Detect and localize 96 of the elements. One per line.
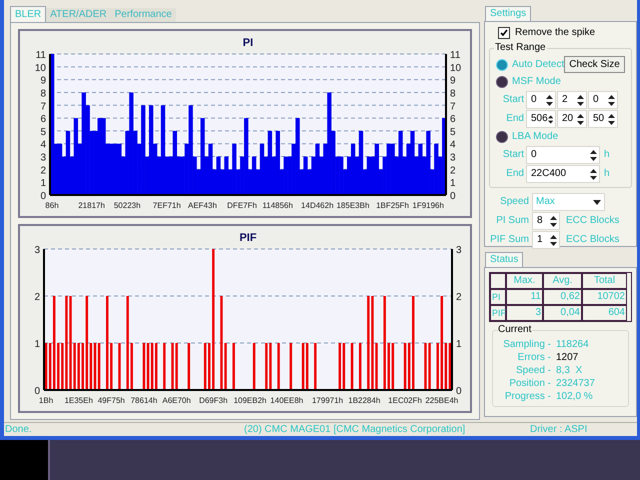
status-text: Done.	[4, 424, 33, 436]
stat-label: Sampling -	[502, 339, 551, 351]
y-tick-label: 11	[450, 50, 460, 61]
field-label: PI Sum	[495, 215, 529, 227]
y-tick-label: 9	[450, 76, 456, 87]
row-header: PI	[490, 289, 506, 305]
y-tick-label: 8	[450, 88, 456, 100]
x-tick-label: D69F3h	[199, 396, 228, 405]
x-tick-label: 185E3Bh	[336, 201, 370, 210]
y-tick-label: 7	[40, 101, 46, 112]
y-tick-label: 1	[40, 178, 46, 190]
x-tick-label: 114856h	[262, 201, 293, 210]
table-cell: 3	[506, 305, 543, 321]
status-text: Driver : ASPI	[530, 424, 588, 436]
unit-label: ECC Blocks	[566, 234, 620, 246]
table-cell: 604	[582, 305, 627, 321]
stat-label: Speed -	[514, 365, 551, 377]
y-tick-label: 0	[456, 386, 462, 397]
stat-value: 1207	[556, 352, 578, 364]
y-tick-label: 4	[40, 140, 46, 151]
y-tick-label: 10	[450, 62, 462, 74]
x-tick-label: 21817h	[78, 201, 105, 210]
x-tick-label: 7EF71h	[152, 201, 181, 210]
y-tick-label: 0	[40, 191, 46, 202]
field-label: Start	[502, 94, 524, 106]
y-tick-label: 5	[40, 126, 46, 138]
table-cell: 0,62	[543, 289, 582, 305]
x-tick-label: 179971h	[312, 396, 344, 405]
stat-label: Errors -	[516, 352, 551, 364]
y-tick-label: 2	[456, 292, 462, 303]
y-tick-label: 2	[40, 165, 46, 176]
unit-label: ECC Blocks	[566, 215, 620, 227]
y-tick-label: 2	[34, 292, 40, 303]
y-tick-label: 9	[40, 76, 46, 87]
x-tick-label: 78614h	[130, 396, 158, 405]
column-header: Max.	[506, 273, 543, 289]
x-tick-label: 1EC02Fh	[388, 396, 422, 405]
stat-value: 8,3 X	[556, 365, 582, 377]
group-title: Test Range	[494, 42, 547, 54]
x-tick-label: DFE7Fh	[227, 201, 257, 210]
y-tick-label: 6	[450, 114, 456, 126]
radio-label: Auto Detect	[512, 58, 564, 70]
checkbox-label: Remove the spike	[515, 27, 596, 39]
x-tick-label: 50223h	[114, 201, 141, 210]
x-tick-label: A6E70h	[162, 396, 191, 405]
y-tick-label: 0	[34, 386, 40, 397]
y-tick-label: 1	[456, 339, 462, 350]
x-tick-label: 140EE8h	[270, 396, 304, 405]
y-tick-label: 3	[450, 152, 456, 164]
chart-title: PIF	[239, 232, 257, 244]
y-tick-label: 3	[456, 245, 462, 256]
field-label: PIF Sum	[489, 234, 529, 246]
x-tick-label: 225BE4h	[425, 396, 458, 405]
x-tick-label: 1B2284h	[348, 396, 380, 405]
y-tick-label: 4	[450, 140, 456, 151]
y-tick-label: 8	[40, 88, 46, 100]
stat-value: 2324737	[556, 378, 595, 390]
y-tick-label: 10	[34, 62, 46, 74]
column-header: Avg.	[543, 273, 582, 289]
x-tick-label: 86h	[45, 201, 59, 210]
chart-title: PI	[242, 37, 254, 49]
x-tick-label: 109EB2h	[234, 396, 266, 405]
stat-value: 102,0 %	[556, 391, 593, 403]
y-tick-label: 0	[450, 191, 456, 202]
radio-label: LBA Mode	[512, 131, 558, 143]
x-tick-label: 49F75h	[98, 396, 125, 405]
table-cell: 11	[506, 289, 543, 305]
field-label: End	[505, 168, 524, 180]
field-label: End	[505, 113, 524, 125]
stat-label: Progress -	[504, 391, 551, 403]
radio-label: MSF Mode	[512, 76, 561, 88]
table-cell: 10702	[582, 289, 627, 305]
x-tick-label: 1F9196h	[412, 201, 444, 210]
y-tick-label: 2	[450, 165, 456, 176]
unit-label: h	[604, 149, 610, 161]
field-label: Speed	[499, 196, 529, 208]
y-tick-label: 1	[34, 339, 40, 350]
y-tick-label: 11	[36, 50, 46, 61]
x-tick-label: 1BF25Fh	[376, 201, 409, 210]
x-tick-label: 1E35Eh	[64, 396, 93, 405]
field-label: Start	[502, 149, 524, 161]
y-tick-label: 7	[450, 101, 456, 112]
stat-value: 118264	[556, 339, 589, 351]
unit-label: h	[604, 168, 610, 180]
column-header: Total	[582, 273, 627, 289]
status-text: (20) CMC MAGE01 [CMC Magnetics Corporation]	[244, 424, 466, 436]
y-tick-label: 5	[450, 126, 456, 138]
x-tick-label: 1Bh	[38, 396, 54, 405]
x-tick-label: AEF43h	[188, 201, 217, 210]
y-tick-label: 3	[34, 245, 40, 256]
table-cell: 0,04	[543, 305, 582, 321]
y-tick-label: 6	[40, 114, 46, 126]
x-tick-label: 14D462h	[301, 201, 334, 210]
stat-label: Position -	[508, 378, 551, 390]
y-tick-label: 3	[40, 152, 46, 164]
y-tick-label: 1	[450, 178, 456, 190]
